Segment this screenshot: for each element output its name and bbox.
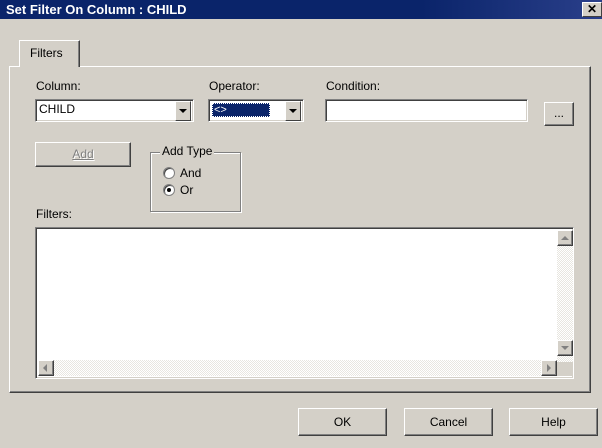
radio-or-label: Or bbox=[180, 183, 194, 197]
scroll-left-button[interactable] bbox=[38, 360, 54, 376]
scroll-up-button[interactable] bbox=[557, 230, 573, 246]
tab-filters-label: Filters bbox=[30, 46, 63, 60]
ok-button[interactable]: OK bbox=[298, 408, 387, 436]
cancel-button[interactable]: Cancel bbox=[404, 408, 493, 436]
condition-browse-button[interactable]: ... bbox=[544, 102, 574, 126]
tab-filters[interactable]: Filters bbox=[19, 40, 80, 67]
cancel-button-label: Cancel bbox=[429, 415, 468, 429]
operator-dropdown-button[interactable] bbox=[285, 101, 301, 121]
chevron-down-icon bbox=[289, 109, 297, 113]
add-button[interactable]: Add bbox=[35, 142, 131, 167]
add-type-legend: Add Type bbox=[160, 144, 215, 158]
condition-label: Condition: bbox=[326, 79, 381, 93]
ellipsis-icon: ... bbox=[553, 106, 564, 120]
column-value: CHILD bbox=[39, 102, 76, 116]
scrollbar-corner bbox=[557, 362, 573, 376]
close-button[interactable]: ✕ bbox=[582, 2, 602, 17]
arrow-right-icon bbox=[547, 364, 551, 372]
add-button-label: Add bbox=[72, 147, 94, 161]
vertical-scrollbar[interactable] bbox=[557, 230, 573, 362]
condition-input[interactable] bbox=[325, 99, 528, 122]
chevron-down-icon bbox=[179, 109, 187, 113]
radio-and[interactable]: And bbox=[163, 166, 233, 182]
radio-or[interactable]: Or bbox=[163, 183, 233, 199]
column-dropdown-button[interactable] bbox=[175, 101, 191, 121]
column-combobox[interactable]: CHILD bbox=[35, 99, 194, 122]
arrow-left-icon bbox=[43, 364, 47, 372]
radio-and-label: And bbox=[180, 166, 202, 180]
operator-combobox[interactable]: <> bbox=[208, 99, 304, 122]
radio-and-button[interactable] bbox=[163, 167, 175, 179]
column-label: Column: bbox=[36, 79, 81, 93]
window-title: Set Filter On Column : CHILD bbox=[6, 2, 187, 17]
horizontal-scrollbar[interactable] bbox=[38, 360, 557, 376]
scroll-down-button[interactable] bbox=[557, 340, 573, 356]
arrow-up-icon bbox=[561, 236, 569, 240]
arrow-down-icon bbox=[561, 346, 569, 350]
help-button-label: Help bbox=[541, 415, 566, 429]
radio-or-button[interactable] bbox=[163, 184, 175, 196]
scroll-right-button[interactable] bbox=[541, 360, 557, 376]
close-icon: ✕ bbox=[586, 2, 598, 16]
operator-label: Operator: bbox=[209, 79, 260, 93]
help-button[interactable]: Help bbox=[509, 408, 598, 436]
filters-list[interactable] bbox=[35, 227, 574, 379]
radio-checked-dot bbox=[167, 188, 171, 192]
operator-value: <> bbox=[212, 103, 270, 117]
filters-label: Filters: bbox=[36, 207, 72, 221]
add-type-group bbox=[150, 152, 241, 212]
ok-button-label: OK bbox=[333, 415, 352, 429]
title-bar: Set Filter On Column : CHILD ✕ bbox=[0, 0, 602, 19]
